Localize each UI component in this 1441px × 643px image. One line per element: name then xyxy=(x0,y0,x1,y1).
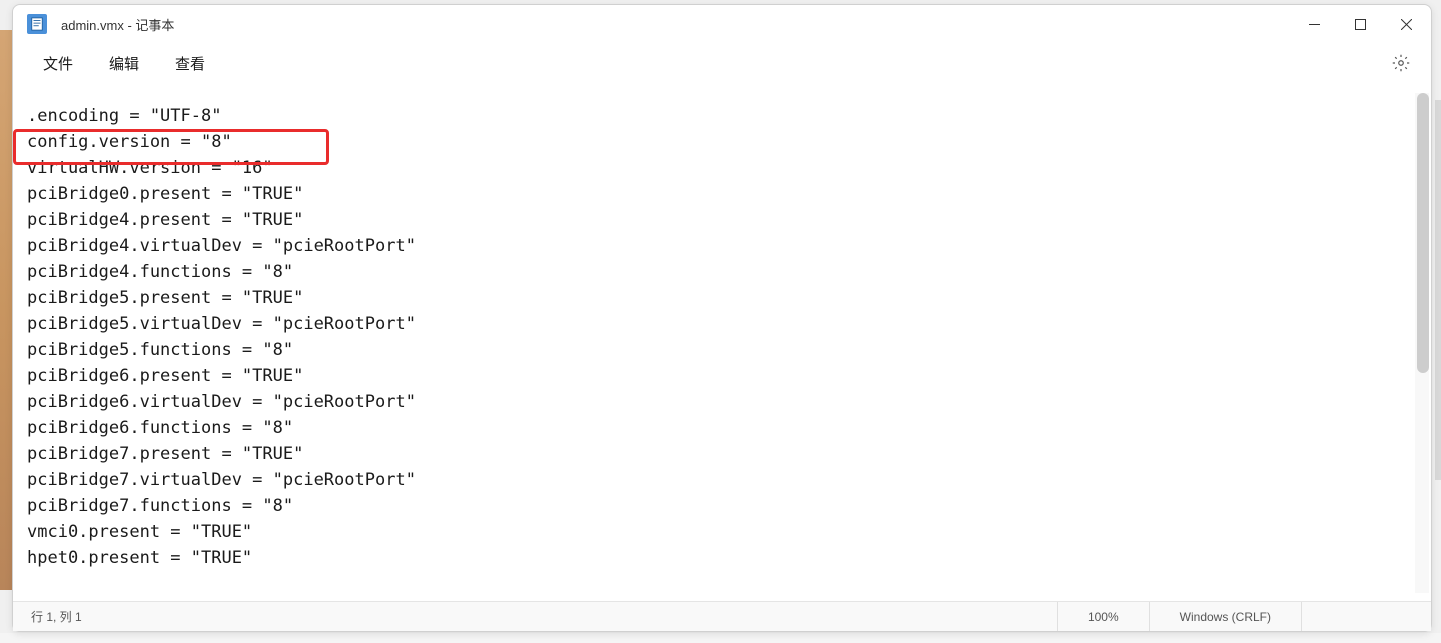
text-line: pciBridge0.present = "TRUE" xyxy=(27,181,1417,207)
text-line: pciBridge6.present = "TRUE" xyxy=(27,363,1417,389)
status-line-ending[interactable]: Windows (CRLF) xyxy=(1149,602,1301,631)
menu-view[interactable]: 查看 xyxy=(157,47,223,80)
status-zoom[interactable]: 100% xyxy=(1057,602,1149,631)
text-line: pciBridge4.functions = "8" xyxy=(27,259,1417,285)
scrollbar-thumb[interactable] xyxy=(1417,93,1429,373)
desktop-background-right xyxy=(1435,100,1441,480)
settings-button[interactable] xyxy=(1383,45,1419,81)
text-line: pciBridge4.virtualDev = "pcieRootPort" xyxy=(27,233,1417,259)
text-line: pciBridge7.present = "TRUE" xyxy=(27,441,1417,467)
menubar: 文件 编辑 查看 xyxy=(13,43,1431,83)
notepad-icon xyxy=(27,14,47,34)
text-line: pciBridge5.virtualDev = "pcieRootPort" xyxy=(27,311,1417,337)
text-line: pciBridge5.present = "TRUE" xyxy=(27,285,1417,311)
text-line: vmci0.present = "TRUE" xyxy=(27,519,1417,545)
minimize-button[interactable] xyxy=(1291,8,1337,40)
status-encoding-slot xyxy=(1301,602,1421,631)
text-line: hpet0.present = "TRUE" xyxy=(27,545,1417,571)
status-cursor-position: 行 1, 列 1 xyxy=(23,608,82,625)
text-line: pciBridge7.functions = "8" xyxy=(27,493,1417,519)
taskbar-peek xyxy=(0,633,1441,643)
desktop-background-left xyxy=(0,30,12,590)
titlebar[interactable]: admin.vmx - 记事本 xyxy=(13,5,1431,43)
text-line: config.version = "8" xyxy=(27,129,1417,155)
close-button[interactable] xyxy=(1383,8,1429,40)
text-line: pciBridge5.functions = "8" xyxy=(27,337,1417,363)
window-title: admin.vmx - 记事本 xyxy=(61,15,174,34)
text-line: .encoding = "UTF-8" xyxy=(27,103,1417,129)
statusbar: 行 1, 列 1 100% Windows (CRLF) xyxy=(13,601,1431,631)
text-line: virtualHW.version = "16" xyxy=(27,155,1417,181)
text-editor-area[interactable]: .encoding = "UTF-8" config.version = "8"… xyxy=(13,83,1431,601)
maximize-button[interactable] xyxy=(1337,8,1383,40)
text-line: pciBridge4.present = "TRUE" xyxy=(27,207,1417,233)
notepad-window: admin.vmx - 记事本 文件 编辑 查看 .encoding = "UT… xyxy=(12,4,1432,632)
text-line: pciBridge6.functions = "8" xyxy=(27,415,1417,441)
menu-edit[interactable]: 编辑 xyxy=(91,47,157,80)
text-line: pciBridge6.virtualDev = "pcieRootPort" xyxy=(27,389,1417,415)
text-line: pciBridge7.virtualDev = "pcieRootPort" xyxy=(27,467,1417,493)
menu-file[interactable]: 文件 xyxy=(25,47,91,80)
